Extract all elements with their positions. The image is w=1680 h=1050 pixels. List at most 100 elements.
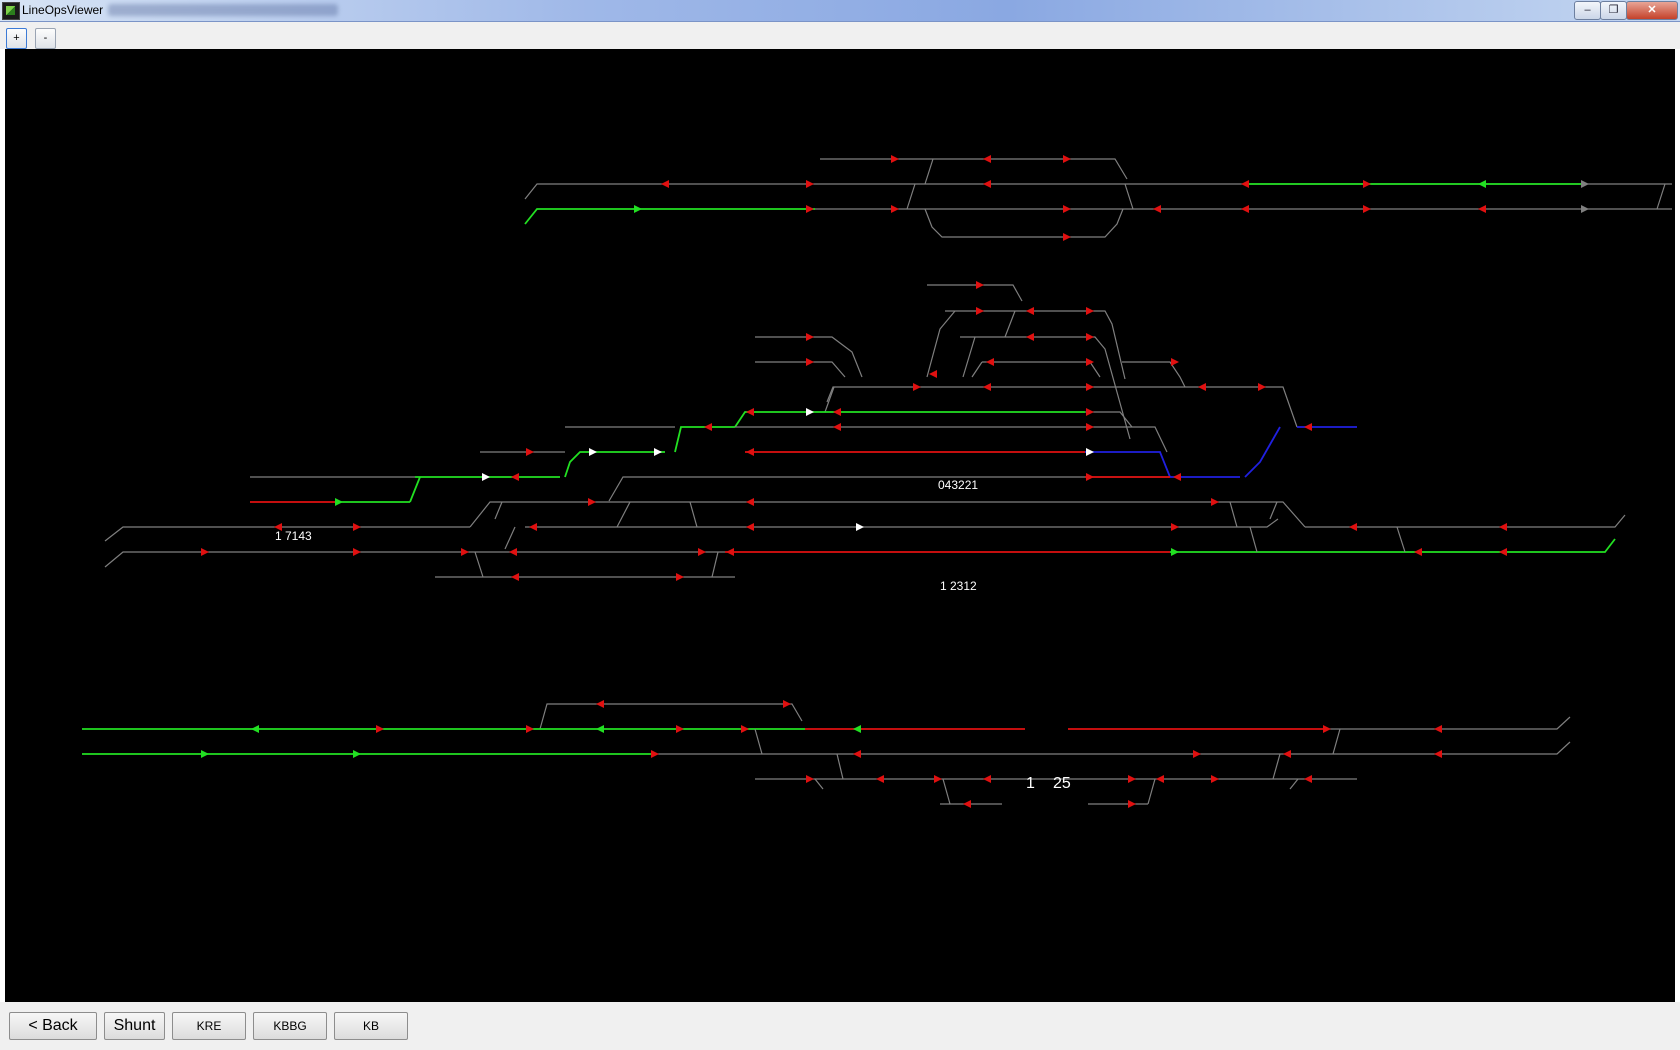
signal-left-icon[interactable]: [726, 548, 734, 556]
track-segment[interactable]: [1229, 501, 1238, 528]
signal-left-icon[interactable]: [1478, 180, 1486, 188]
signal-right-icon[interactable]: [1323, 725, 1331, 733]
signal-right-icon[interactable]: [806, 180, 814, 188]
signal-left-icon[interactable]: [746, 448, 754, 456]
signal-right-icon[interactable]: [1211, 498, 1219, 506]
signal-left-icon[interactable]: [833, 408, 841, 416]
kbbg-button[interactable]: KBBG: [253, 1012, 327, 1040]
track-segment[interactable]: [826, 386, 1298, 428]
signal-right-icon[interactable]: [1086, 448, 1094, 456]
signal-left-icon[interactable]: [529, 523, 537, 531]
track-segment[interactable]: [608, 476, 1170, 502]
signal-right-icon[interactable]: [1063, 233, 1071, 241]
signal-right-icon[interactable]: [1363, 180, 1371, 188]
signal-left-icon[interactable]: [1283, 750, 1291, 758]
signal-left-icon[interactable]: [661, 180, 669, 188]
signal-right-icon[interactable]: [1128, 775, 1136, 783]
signal-right-icon[interactable]: [891, 205, 899, 213]
kb-button[interactable]: KB: [334, 1012, 408, 1040]
signal-right-icon[interactable]: [353, 548, 361, 556]
signal-right-icon[interactable]: [806, 775, 814, 783]
signal-left-icon[interactable]: [853, 725, 861, 733]
signal-right-icon[interactable]: [1171, 523, 1179, 531]
signal-right-icon[interactable]: [1086, 473, 1094, 481]
track-segment[interactable]: [1122, 361, 1186, 388]
signal-right-icon[interactable]: [1363, 205, 1371, 213]
signal-right-icon[interactable]: [1063, 205, 1071, 213]
track-segment[interactable]: [924, 158, 934, 185]
signal-right-icon[interactable]: [676, 725, 684, 733]
minimize-button[interactable]: –: [1574, 1, 1601, 20]
signal-left-icon[interactable]: [1156, 775, 1164, 783]
signal-right-icon[interactable]: [1086, 307, 1094, 315]
signal-right-icon[interactable]: [976, 307, 984, 315]
signal-right-icon[interactable]: [1581, 180, 1589, 188]
signal-left-icon[interactable]: [983, 180, 991, 188]
signal-right-icon[interactable]: [1258, 383, 1266, 391]
track-segment[interactable]: [1656, 183, 1666, 210]
signal-left-icon[interactable]: [509, 548, 517, 556]
track-segment[interactable]: [824, 386, 835, 413]
signal-left-icon[interactable]: [1434, 750, 1442, 758]
kre-button[interactable]: KRE: [172, 1012, 246, 1040]
track-segment[interactable]: [1289, 778, 1299, 790]
track-segment[interactable]: [755, 361, 846, 378]
signal-right-icon[interactable]: [526, 448, 534, 456]
signal-right-icon[interactable]: [934, 775, 942, 783]
train-label-25[interactable]: 25: [1053, 775, 1071, 792]
track-segment[interactable]: [942, 778, 951, 805]
signal-right-icon[interactable]: [1086, 333, 1094, 341]
track-segment[interactable]: [655, 741, 1571, 755]
signal-left-icon[interactable]: [1478, 205, 1486, 213]
track-segment[interactable]: [524, 208, 815, 225]
signal-left-icon[interactable]: [1499, 523, 1507, 531]
zoom-out-button[interactable]: -: [35, 28, 56, 49]
signal-left-icon[interactable]: [746, 498, 754, 506]
signal-right-icon[interactable]: [891, 155, 899, 163]
signal-right-icon[interactable]: [482, 473, 490, 481]
train-label-043221[interactable]: 043221: [938, 478, 978, 492]
track-segment[interactable]: [1272, 753, 1281, 780]
signal-left-icon[interactable]: [1241, 205, 1249, 213]
signal-right-icon[interactable]: [526, 725, 534, 733]
track-segment[interactable]: [820, 158, 1128, 180]
signal-right-icon[interactable]: [1086, 383, 1094, 391]
signal-right-icon[interactable]: [1128, 800, 1136, 808]
track-segment[interactable]: [525, 518, 1279, 528]
track-segment[interactable]: [754, 728, 763, 755]
track-segment[interactable]: [755, 336, 863, 378]
signal-left-icon[interactable]: [1349, 523, 1357, 531]
signal-right-icon[interactable]: [1086, 423, 1094, 431]
signal-right-icon[interactable]: [651, 750, 659, 758]
signal-right-icon[interactable]: [1171, 548, 1179, 556]
zoom-in-button[interactable]: +: [6, 28, 27, 49]
track-segment[interactable]: [674, 426, 735, 453]
signal-left-icon[interactable]: [1241, 180, 1249, 188]
track-segment[interactable]: [1147, 778, 1156, 805]
signal-right-icon[interactable]: [806, 408, 814, 416]
train-label-17143[interactable]: 1 7143: [275, 529, 312, 543]
signal-right-icon[interactable]: [634, 205, 642, 213]
track-segment[interactable]: [524, 183, 1672, 200]
signal-right-icon[interactable]: [1063, 155, 1071, 163]
track-segment[interactable]: [564, 451, 665, 478]
signal-right-icon[interactable]: [1086, 358, 1094, 366]
signal-left-icon[interactable]: [1499, 548, 1507, 556]
signal-right-icon[interactable]: [201, 750, 209, 758]
track-segment[interactable]: [1004, 310, 1016, 338]
shunt-button[interactable]: Shunt: [104, 1012, 165, 1040]
signal-right-icon[interactable]: [1171, 358, 1179, 366]
signal-right-icon[interactable]: [201, 548, 209, 556]
back-button[interactable]: < Back: [9, 1012, 97, 1040]
track-segment[interactable]: [734, 411, 1085, 428]
signal-right-icon[interactable]: [741, 725, 749, 733]
signal-left-icon[interactable]: [1198, 383, 1206, 391]
track-segment[interactable]: [927, 284, 1023, 302]
track-segment[interactable]: [1085, 451, 1171, 478]
signal-right-icon[interactable]: [1211, 775, 1219, 783]
signal-right-icon[interactable]: [913, 383, 921, 391]
signal-left-icon[interactable]: [704, 423, 712, 431]
track-segment[interactable]: [971, 361, 983, 378]
track-diagram-canvas[interactable]: 043221 1 7143 1 2312 1 25: [5, 49, 1675, 1002]
track-segment[interactable]: [539, 703, 803, 730]
